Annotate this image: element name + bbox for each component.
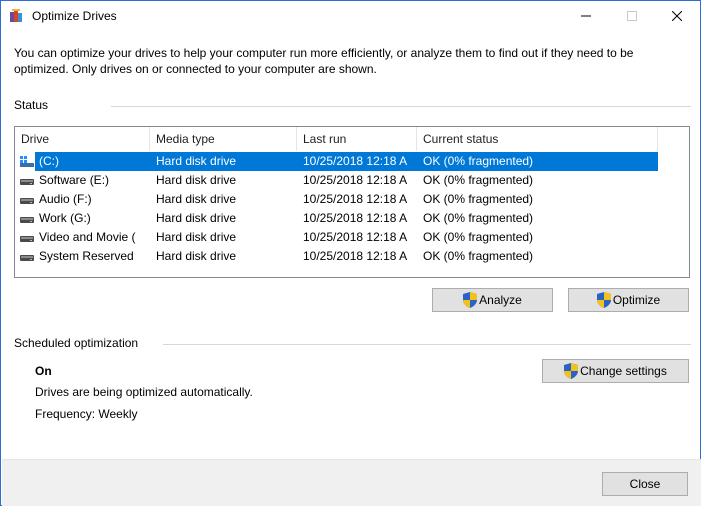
scheduled-group-label: Scheduled optimization [14,336,139,350]
analyze-label: Analyze [479,293,522,307]
drive-row-c[interactable]: (C:) Hard disk drive 10/25/2018 12:18 A … [15,152,689,171]
last-run: 10/25/2018 12:18 A [303,192,408,206]
optimize-drives-window: Optimize Drives You can optimize your dr… [0,0,701,506]
title-bar[interactable]: Optimize Drives [1,1,700,31]
media-type: Hard disk drive [156,192,237,206]
current-status: OK (0% fragmented) [423,230,534,244]
hard-drive-icon [20,179,34,185]
media-type: Hard disk drive [156,173,237,187]
change-settings-button[interactable]: Change settings [542,359,689,383]
minimize-icon [581,15,591,17]
optimize-drives-app-icon [10,9,22,22]
close-window-button[interactable] [654,1,700,31]
media-type: Hard disk drive [156,154,237,168]
maximize-icon [627,11,637,21]
close-icon [672,11,682,21]
last-run: 10/25/2018 12:18 A [303,230,408,244]
schedule-state: On [35,364,52,378]
last-run: 10/25/2018 12:18 A [303,211,408,225]
last-run: 10/25/2018 12:18 A [303,173,408,187]
optimize-button[interactable]: Optimize [568,288,689,312]
schedule-description: Drives are being optimized automatically… [35,385,253,399]
drive-row-e[interactable]: Software (E:) Hard disk drive 10/25/2018… [15,171,689,190]
change-settings-label: Change settings [580,364,667,378]
uac-shield-icon [463,292,478,308]
status-group-label: Status [14,98,49,112]
system-drive-icon [20,156,34,167]
drive-row-video[interactable]: Video and Movie ( Hard disk drive 10/25/… [15,228,689,247]
last-run: 10/25/2018 12:18 A [303,154,408,168]
hard-drive-icon [20,217,34,223]
dialog-footer: Close [2,459,701,506]
scheduled-divider [163,344,691,345]
media-type: Hard disk drive [156,230,237,244]
current-status: OK (0% fragmented) [423,154,534,168]
drives-list-header: Drive Media type Last run Current status [15,127,689,151]
current-status: OK (0% fragmented) [423,211,534,225]
drive-row-system-reserved[interactable]: System Reserved Hard disk drive 10/25/20… [15,247,689,266]
drive-name: Work (G:) [39,211,91,225]
last-run: 10/25/2018 12:18 A [303,249,408,263]
optimize-label: Optimize [612,293,661,307]
column-header-drive[interactable]: Drive [15,127,150,151]
uac-shield-icon [564,363,579,379]
column-header-last-run[interactable]: Last run [297,127,417,151]
drive-name: Audio (F:) [39,192,92,206]
close-button[interactable]: Close [602,472,688,496]
minimize-button[interactable] [563,1,609,31]
analyze-button[interactable]: Analyze [432,288,553,312]
maximize-button[interactable] [609,1,655,31]
current-status: OK (0% fragmented) [423,192,534,206]
uac-shield-icon [596,292,611,308]
column-header-media-type[interactable]: Media type [150,127,297,151]
drive-row-f[interactable]: Audio (F:) Hard disk drive 10/25/2018 12… [15,190,689,209]
drive-name: System Reserved [39,249,134,263]
current-status: OK (0% fragmented) [423,173,534,187]
status-divider [111,106,691,107]
hard-drive-icon [20,255,34,261]
hard-drive-icon [20,198,34,204]
close-label: Close [629,477,661,491]
current-status: OK (0% fragmented) [423,249,534,263]
hard-drive-icon [20,236,34,242]
drive-name: Video and Movie ( [39,230,136,244]
drive-row-g[interactable]: Work (G:) Hard disk drive 10/25/2018 12:… [15,209,689,228]
media-type: Hard disk drive [156,211,237,225]
media-type: Hard disk drive [156,249,237,263]
intro-text: You can optimize your drives to help you… [14,46,634,76]
drives-list[interactable]: Drive Media type Last run Current status… [14,126,690,278]
window-title: Optimize Drives [32,9,117,23]
drive-name: (C:) [39,154,59,168]
column-header-current-status[interactable]: Current status [417,127,658,151]
schedule-frequency: Frequency: Weekly [35,407,138,421]
drive-name: Software (E:) [39,173,110,187]
